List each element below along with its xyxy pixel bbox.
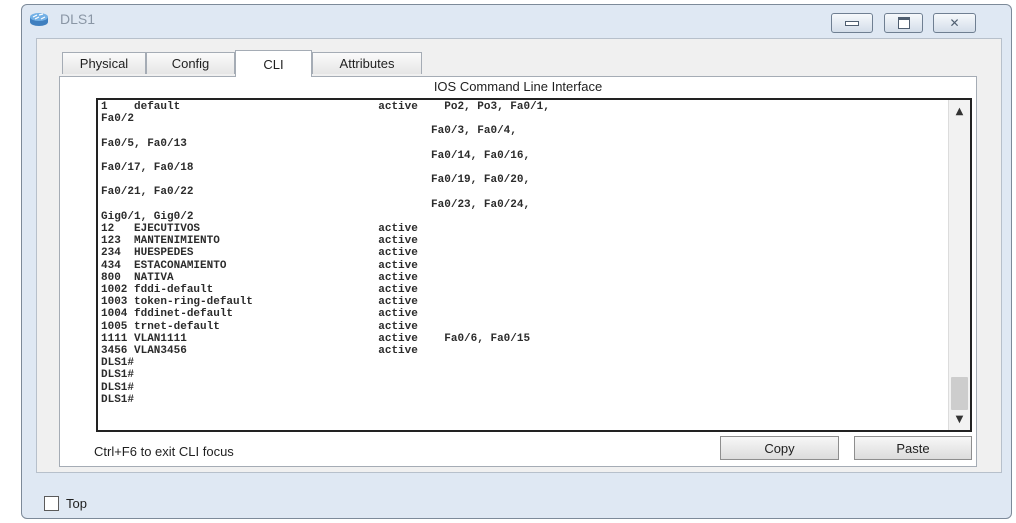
close-button[interactable]: ✕ xyxy=(933,13,976,33)
close-icon: ✕ xyxy=(949,16,960,30)
console-scrollbar[interactable]: ▲ ▼ xyxy=(948,100,970,430)
scroll-down-icon[interactable]: ▼ xyxy=(949,410,970,428)
tab-physical[interactable]: Physical xyxy=(62,52,146,74)
scroll-up-icon[interactable]: ▲ xyxy=(949,102,970,120)
minimize-button[interactable] xyxy=(831,13,873,33)
minimize-icon xyxy=(845,20,859,26)
device-window: DLS1 ✕ Physical Config CLI Attributes IO… xyxy=(21,4,1012,519)
cli-output[interactable]: 1 default active Po2, Po3, Fa0/1, Fa0/2 … xyxy=(101,101,943,406)
device-panel: Physical Config CLI Attributes IOS Comma… xyxy=(36,38,1002,473)
scroll-thumb[interactable] xyxy=(951,377,968,410)
copy-button[interactable]: Copy xyxy=(720,436,839,460)
tab-attributes[interactable]: Attributes xyxy=(312,52,422,74)
cli-header: IOS Command Line Interface xyxy=(433,79,603,94)
window-title: DLS1 xyxy=(60,11,96,27)
tab-config[interactable]: Config xyxy=(146,52,235,74)
top-checkbox[interactable] xyxy=(44,496,59,511)
tab-cli[interactable]: CLI xyxy=(235,50,312,77)
maximize-icon xyxy=(897,17,910,29)
cli-tab-page: IOS Command Line Interface 1 default act… xyxy=(59,76,977,467)
paste-button[interactable]: Paste xyxy=(854,436,972,460)
top-label: Top xyxy=(66,496,87,511)
maximize-button[interactable] xyxy=(884,13,923,33)
router-switch-icon xyxy=(28,9,50,29)
cli-console[interactable]: 1 default active Po2, Po3, Fa0/1, Fa0/2 … xyxy=(96,98,972,432)
title-bar[interactable]: DLS1 ✕ xyxy=(22,5,1011,35)
cli-focus-hint: Ctrl+F6 to exit CLI focus xyxy=(94,444,234,459)
